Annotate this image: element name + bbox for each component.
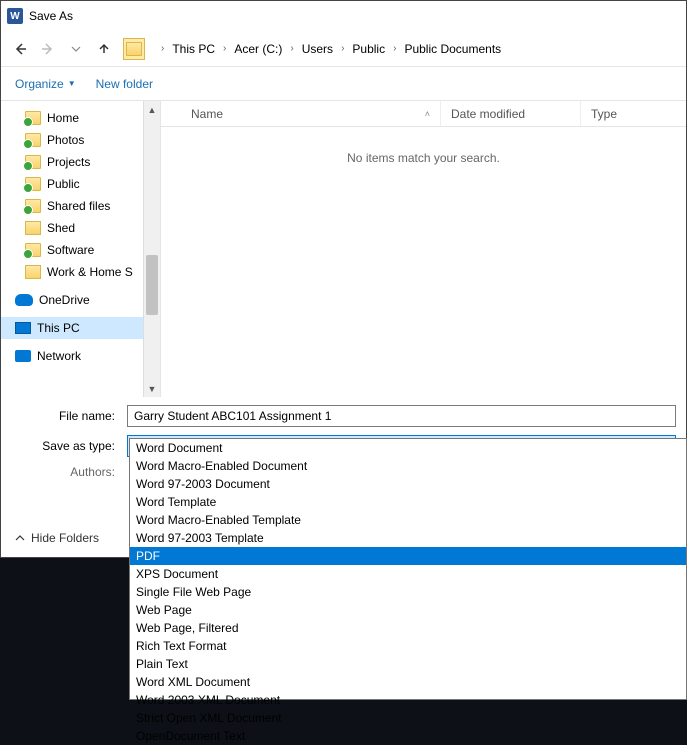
crumb[interactable]: Public [348,40,389,58]
dropdown-option[interactable]: Web Page [130,601,686,619]
chevron-right-icon: › [159,43,166,54]
tree-this-pc[interactable]: This PC [1,317,160,339]
column-date[interactable]: Date modified [441,101,581,126]
people-icon [25,221,41,235]
dropdown-option[interactable]: Web Page, Filtered [130,619,686,637]
tree-label: Projects [47,155,90,169]
crumb[interactable]: Public Documents [400,40,505,58]
new-folder-button[interactable]: New folder [96,77,153,91]
chevron-right-icon: › [288,43,295,54]
tree-item[interactable]: Home [1,107,160,129]
folder-icon [25,155,41,169]
folder-icon [25,243,41,257]
navigation-tree[interactable]: Home Photos Projects Public Shared files Shed… [1,101,161,397]
dropdown-option[interactable]: Rich Text Format [130,637,686,655]
column-label: Name [191,107,223,121]
dropdown-option[interactable]: Word 2003 XML Document [130,691,686,709]
dialog-title: Save As [29,9,73,23]
empty-message: No items match your search. [161,127,686,397]
dropdown-option[interactable]: Plain Text [130,655,686,673]
titlebar: W Save As [1,1,686,31]
recent-locations-button[interactable] [67,40,85,58]
tree-item[interactable]: Projects [1,151,160,173]
back-button[interactable] [11,40,29,58]
dropdown-option[interactable]: Single File Web Page [130,583,686,601]
tree-label: Shared files [47,199,110,213]
nav-bar: › This PC › Acer (C:) › Users › Public ›… [1,31,686,67]
hide-folders-label: Hide Folders [31,531,99,545]
chevron-right-icon: › [221,43,228,54]
tree-network[interactable]: Network [1,345,160,367]
scroll-up-button[interactable]: ▲ [144,101,160,118]
scroll-thumb[interactable] [146,255,158,315]
chevron-right-icon: › [391,43,398,54]
dropdown-option[interactable]: OpenDocument Text [130,727,686,745]
up-button[interactable] [95,40,113,58]
folder-icon [126,42,142,56]
tree-item[interactable]: Work & Home S [1,261,160,283]
main-area: Home Photos Projects Public Shared files Shed… [1,101,686,397]
chevron-right-icon: › [339,43,346,54]
onedrive-icon [15,294,33,306]
file-list-area: Name ˄ Date modified Type No items match… [161,101,686,397]
tree-label: Work & Home S [47,265,133,279]
tree-item[interactable]: Shed [1,217,160,239]
crumb[interactable]: This PC [168,40,219,58]
dropdown-option[interactable]: XPS Document [130,565,686,583]
scroll-down-button[interactable]: ▼ [144,380,160,397]
folder-icon [25,177,41,191]
filename-input[interactable] [127,405,676,427]
column-type[interactable]: Type [581,101,686,126]
dropdown-option[interactable]: Word XML Document [130,673,686,691]
chevron-down-icon: ▼ [68,79,76,88]
folder-icon [25,199,41,213]
column-name[interactable]: Name ˄ [181,101,441,126]
save-as-type-label: Save as type: [11,439,121,453]
people-icon [25,265,41,279]
folder-icon [25,133,41,147]
save-as-type-dropdown[interactable]: Word DocumentWord Macro-Enabled Document… [129,438,687,700]
tree-label: Home [47,111,79,125]
organize-label: Organize [15,77,64,91]
hide-folders-button[interactable]: Hide Folders [15,531,99,545]
network-icon [15,350,31,362]
dropdown-option[interactable]: Word 97-2003 Template [130,529,686,547]
tree-scrollbar[interactable]: ▲ ▼ [143,101,160,397]
authors-label: Authors: [11,465,121,479]
column-headers[interactable]: Name ˄ Date modified Type [161,101,686,127]
crumb[interactable]: Users [298,40,337,58]
tree-item[interactable]: Photos [1,129,160,151]
toolbar: Organize ▼ New folder [1,67,686,101]
forward-button[interactable] [39,40,57,58]
dropdown-option[interactable]: Word 97-2003 Document [130,475,686,493]
dropdown-option[interactable]: Word Document [130,439,686,457]
tree-label: Public [47,177,80,191]
tree-label: OneDrive [39,293,90,307]
word-icon: W [7,8,23,24]
tree-label: Photos [47,133,84,147]
tree-item[interactable]: Public [1,173,160,195]
tree-item[interactable]: Shared files [1,195,160,217]
pc-icon [15,322,31,334]
address-bar-icon[interactable] [123,38,145,60]
dropdown-option[interactable]: Word Macro-Enabled Template [130,511,686,529]
tree-item[interactable]: Software [1,239,160,261]
tree-label: Network [37,349,81,363]
filename-label: File name: [11,409,121,423]
tree-label: Shed [47,221,75,235]
tree-label: This PC [37,321,80,335]
dropdown-option[interactable]: PDF [130,547,686,565]
organize-button[interactable]: Organize ▼ [15,77,76,91]
crumb[interactable]: Acer (C:) [230,40,286,58]
dropdown-option[interactable]: Word Template [130,493,686,511]
tree-label: Software [47,243,94,257]
breadcrumb[interactable]: › This PC › Acer (C:) › Users › Public ›… [155,37,676,61]
dropdown-option[interactable]: Word Macro-Enabled Document [130,457,686,475]
dropdown-option[interactable]: Strict Open XML Document [130,709,686,727]
tree-onedrive[interactable]: OneDrive [1,289,160,311]
folder-icon [25,111,41,125]
chevron-up-icon [15,533,25,543]
sort-indicator-icon: ˄ [425,109,430,119]
